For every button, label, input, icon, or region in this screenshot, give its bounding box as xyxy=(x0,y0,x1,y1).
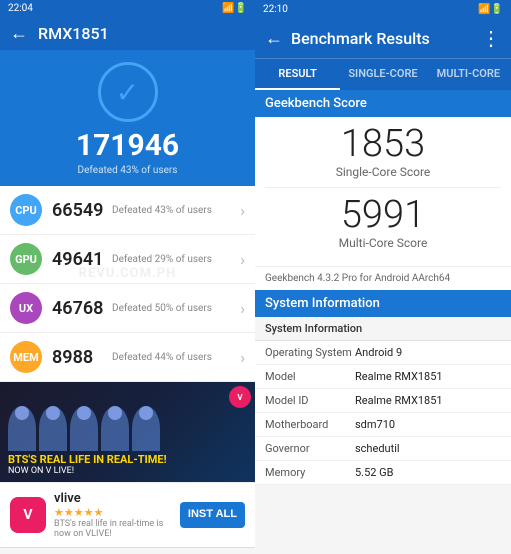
top-bar-left: ← RMX1851 xyxy=(0,17,255,50)
mem-expand-icon[interactable]: › xyxy=(240,348,245,367)
cpu-value: 66549 xyxy=(52,200,112,221)
install-button[interactable]: INST ALL xyxy=(180,502,245,527)
ad-badge-icon: V xyxy=(229,386,251,408)
score-circle: ✓ xyxy=(98,62,158,122)
time-right: 22:10 xyxy=(263,4,288,15)
single-core-display: 1853 Single-Core Score 5991 Multi-Core S… xyxy=(255,117,511,266)
status-icons-left: 📶🔋 xyxy=(222,3,247,14)
right-panel: 22:10 📶🔋 ← Benchmark Results ⋮ RESULT SI… xyxy=(255,0,511,554)
top-bar-right: ← Benchmark Results ⋮ xyxy=(255,18,511,58)
tab-multi-core[interactable]: MULTI-CORE xyxy=(426,59,511,90)
cpu-expand-icon[interactable]: › xyxy=(240,201,245,220)
multi-core-score: 5991 xyxy=(341,196,425,234)
mem-desc: Defeated 44% of users xyxy=(112,352,240,363)
left-panel: 22:04 📶🔋 ← RMX1851 ✓ 171946 Defeated 43%… xyxy=(0,0,255,554)
total-score: 171946 xyxy=(76,128,179,163)
info-key-os: Operating System xyxy=(265,346,355,359)
page-title-left: RMX1851 xyxy=(38,24,109,43)
metrics-list: CPU 66549 Defeated 43% of users › GPU 49… xyxy=(0,186,255,382)
ux-expand-icon[interactable]: › xyxy=(240,299,245,318)
info-key-memory: Memory xyxy=(265,466,355,479)
info-val-model-id: Realme RMX1851 xyxy=(355,394,501,407)
app-card: V vlive ★★★★★ BTS's real life in real-ti… xyxy=(0,482,255,547)
sys-info-header: System Information xyxy=(255,290,511,317)
info-val-os: Android 9 xyxy=(355,346,501,359)
metric-ux[interactable]: UX 46768 Defeated 50% of users › xyxy=(0,284,255,333)
ux-desc: Defeated 50% of users xyxy=(112,303,240,314)
back-button-left[interactable]: ← xyxy=(10,23,28,44)
ux-value: 46768 xyxy=(52,298,112,319)
mem-value: 8988 xyxy=(52,347,112,368)
geekbench-score-header: Geekbench Score xyxy=(255,90,511,117)
app-stars: ★★★★★ xyxy=(54,506,180,519)
page-title-right: Benchmark Results xyxy=(291,29,481,48)
info-val-governor: schedutil xyxy=(355,442,501,455)
geekbench-note: Geekbench 4.3.2 Pro for Android AArch64 xyxy=(255,266,511,290)
single-core-label: Single-Core Score xyxy=(336,165,431,179)
mem-icon: MEM xyxy=(10,341,42,373)
ad-banner[interactable]: BTS's REAL LIFE IN REAL-TIME! NOW ON V L… xyxy=(0,382,255,482)
info-row-model-id: Model ID Realme RMX1851 xyxy=(255,389,511,413)
app-info: vlive ★★★★★ BTS's real life in real-time… xyxy=(54,491,180,539)
device-verify-bar[interactable]: Device Verification xyxy=(0,547,255,554)
info-row-model: Model Realme RMX1851 xyxy=(255,365,511,389)
status-icons-right: 📶🔋 xyxy=(478,4,503,15)
time-left: 22:04 xyxy=(8,3,33,14)
info-key-motherboard: Motherboard xyxy=(265,418,355,431)
score-divider-1 xyxy=(265,187,501,188)
tab-single-core[interactable]: SINGLE-CORE xyxy=(340,59,425,90)
tabs-row: RESULT SINGLE-CORE MULTI-CORE xyxy=(255,58,511,90)
cpu-desc: Defeated 43% of users xyxy=(112,205,240,216)
ux-icon: UX xyxy=(10,292,42,324)
info-row-memory: Memory 5.52 GB xyxy=(255,461,511,485)
app-name: vlive xyxy=(54,491,180,506)
multi-core-label: Multi-Core Score xyxy=(339,236,428,250)
ad-people xyxy=(8,406,247,451)
info-row-motherboard: Motherboard sdm710 xyxy=(255,413,511,437)
sys-info-section-label: System Information xyxy=(255,317,511,341)
info-key-governor: Governor xyxy=(265,442,355,455)
score-section: ✓ 171946 Defeated 43% of users xyxy=(0,50,255,186)
gpu-expand-icon[interactable]: › xyxy=(240,250,245,269)
metric-gpu[interactable]: GPU 49641 Defeated 29% of users › xyxy=(0,235,255,284)
more-options-icon[interactable]: ⋮ xyxy=(481,26,501,50)
gpu-value: 49641 xyxy=(52,249,112,270)
info-key-model: Model xyxy=(265,370,355,383)
tab-result[interactable]: RESULT xyxy=(255,59,340,90)
metric-cpu[interactable]: CPU 66549 Defeated 43% of users › xyxy=(0,186,255,235)
info-val-motherboard: sdm710 xyxy=(355,418,501,431)
checkmark-icon: ✓ xyxy=(116,76,139,109)
status-bar-right: 22:10 📶🔋 xyxy=(255,0,511,18)
info-row-os: Operating System Android 9 xyxy=(255,341,511,365)
info-key-model-id: Model ID xyxy=(265,394,355,407)
app-desc: BTS's real life in real-time is now on V… xyxy=(54,519,180,539)
ad-title: BTS's REAL LIFE IN REAL-TIME! xyxy=(8,453,247,466)
back-button-right[interactable]: ← xyxy=(265,28,283,49)
gpu-icon: GPU xyxy=(10,243,42,275)
status-bar-left: 22:04 📶🔋 xyxy=(0,0,255,17)
metric-mem[interactable]: MEM 8988 Defeated 44% of users › xyxy=(0,333,255,382)
app-icon: V xyxy=(10,497,46,533)
defeated-text: Defeated 43% of users xyxy=(78,165,178,176)
single-core-score: 1853 xyxy=(341,125,425,163)
info-val-memory: 5.52 GB xyxy=(355,466,501,479)
info-val-model: Realme RMX1851 xyxy=(355,370,501,383)
info-row-governor: Governor schedutil xyxy=(255,437,511,461)
ad-banner-bg: BTS's REAL LIFE IN REAL-TIME! NOW ON V L… xyxy=(0,382,255,482)
gpu-desc: Defeated 29% of users xyxy=(112,254,240,265)
ad-subtitle: NOW ON V LIVE! xyxy=(8,466,247,476)
cpu-icon: CPU xyxy=(10,194,42,226)
